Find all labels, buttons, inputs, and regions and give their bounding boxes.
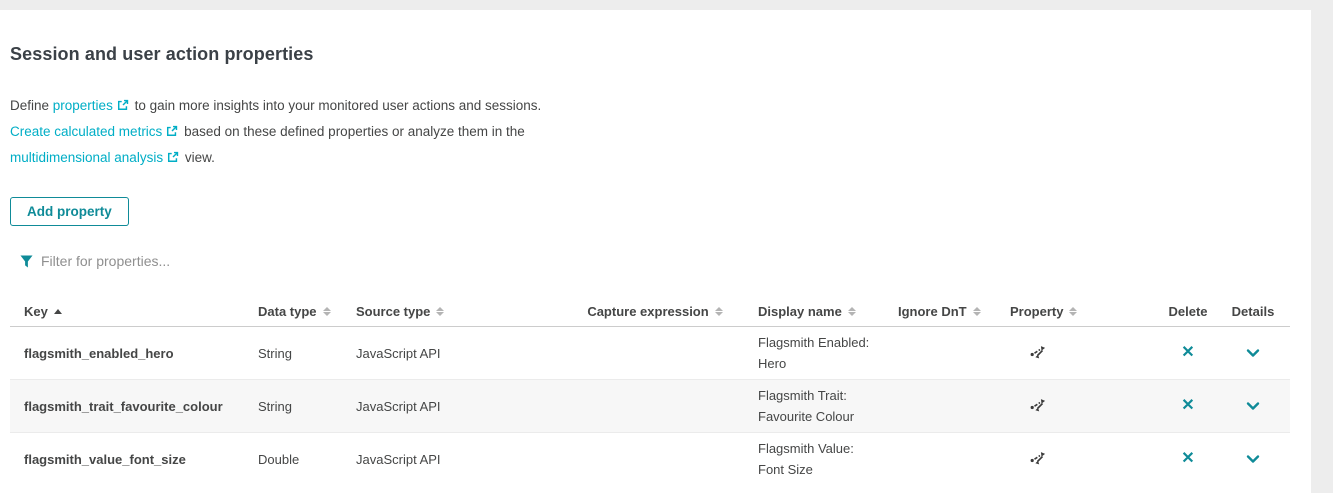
external-link-icon: [167, 151, 179, 163]
column-header-display-name[interactable]: Display name: [758, 304, 898, 319]
sort-icon: [1069, 307, 1077, 316]
column-header-data-type[interactable]: Data type: [258, 304, 356, 319]
property-source-type: JavaScript API: [356, 452, 552, 467]
external-link-icon: [117, 99, 129, 111]
add-property-button[interactable]: Add property: [10, 197, 129, 226]
column-header-property[interactable]: Property: [1010, 304, 1160, 319]
column-header-delete: Delete: [1160, 304, 1216, 319]
property-key: flagsmith_value_font_size: [10, 452, 258, 467]
property-source-type: JavaScript API: [356, 399, 552, 414]
property-display-name: Flagsmith Trait:Favourite Colour: [758, 380, 898, 432]
description-line3-post: view.: [181, 150, 215, 165]
multidimensional-analysis-link[interactable]: multidimensional analysis: [10, 150, 163, 165]
column-header-key[interactable]: Key: [10, 304, 258, 319]
property-data-type: String: [258, 399, 356, 414]
sort-ascending-icon: [54, 309, 62, 314]
property-data-type: Double: [258, 452, 356, 467]
sort-icon: [848, 307, 856, 316]
funnel-icon: [20, 255, 33, 268]
diverging-arrows-icon: [1028, 449, 1048, 469]
description-line2-post: based on these defined properties or ana…: [180, 124, 524, 139]
table-header-row: Key Data type Source type Capture expres…: [10, 297, 1290, 327]
chevron-down-icon[interactable]: [1244, 397, 1262, 415]
property-data-type: String: [258, 346, 356, 361]
property-key: flagsmith_trait_favourite_colour: [10, 399, 258, 414]
description-line1-pre: Define: [10, 98, 53, 113]
property-display-name: Flagsmith Enabled:Hero: [758, 327, 898, 379]
delete-button[interactable]: ✕: [1181, 398, 1194, 414]
property-source-type: JavaScript API: [356, 346, 552, 361]
diverging-arrows-icon: [1028, 343, 1048, 363]
sort-icon: [973, 307, 981, 316]
external-link-icon: [166, 125, 178, 137]
delete-button[interactable]: ✕: [1181, 345, 1194, 361]
description-text: Define properties to gain more insights …: [10, 93, 541, 171]
column-header-ignore-dnt[interactable]: Ignore DnT: [898, 304, 1010, 319]
property-key: flagsmith_enabled_hero: [10, 346, 258, 361]
table-row: flagsmith_trait_favourite_colour String …: [10, 380, 1290, 433]
sort-icon: [436, 307, 444, 316]
properties-table: Key Data type Source type Capture expres…: [10, 297, 1290, 485]
filter-properties-input[interactable]: [41, 253, 601, 269]
property-display-name: Flagsmith Value:Font Size: [758, 433, 898, 485]
page-background-top: [0, 0, 1333, 10]
content-panel: Session and user action properties Defin…: [0, 10, 1311, 493]
chevron-down-icon[interactable]: [1244, 450, 1262, 468]
delete-button[interactable]: ✕: [1181, 451, 1194, 467]
column-header-capture-expression[interactable]: Capture expression: [552, 304, 758, 319]
page-title: Session and user action properties: [10, 44, 314, 65]
filter-bar: [20, 253, 640, 269]
sort-icon: [715, 307, 723, 316]
table-row: flagsmith_value_font_size Double JavaScr…: [10, 433, 1290, 485]
table-row: flagsmith_enabled_hero String JavaScript…: [10, 327, 1290, 380]
column-header-source-type[interactable]: Source type: [356, 304, 552, 319]
page-background-right: [1311, 0, 1333, 493]
description-line1-post: to gain more insights into your monitore…: [131, 98, 541, 113]
chevron-down-icon[interactable]: [1244, 344, 1262, 362]
properties-link[interactable]: properties: [53, 98, 113, 113]
create-calculated-metrics-link[interactable]: Create calculated metrics: [10, 124, 162, 139]
diverging-arrows-icon: [1028, 396, 1048, 416]
sort-icon: [323, 307, 331, 316]
column-header-details: Details: [1216, 304, 1290, 319]
